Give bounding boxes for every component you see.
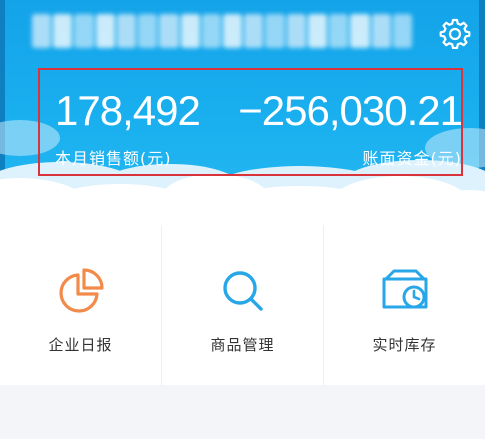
menu-item-label: 企业日报 <box>48 336 113 354</box>
menu-item-realtime-inventory[interactable]: 实时库存 <box>323 225 485 385</box>
menu-item-product-management[interactable]: 商品管理 <box>161 225 323 385</box>
account-funds-stat[interactable]: −256,030.21 账面资金(元) <box>238 87 463 169</box>
menu-item-daily-report[interactable]: 企业日报 <box>0 225 161 385</box>
pie-chart-icon <box>55 265 107 317</box>
blurred-company-name <box>32 14 412 48</box>
gear-icon <box>439 18 471 49</box>
menu-item-label: 实时库存 <box>372 336 437 354</box>
account-funds-label: 账面资金(元) <box>362 149 462 168</box>
search-icon <box>217 265 269 317</box>
settings-button[interactable] <box>436 14 474 52</box>
bottom-background <box>0 385 485 439</box>
monthly-sales-stat[interactable]: 178,492 本月销售额(元) <box>55 87 201 169</box>
account-funds-value: −256,030.21 <box>238 87 463 134</box>
monthly-sales-label: 本月销售额(元) <box>55 149 172 168</box>
feature-menu: 企业日报 商品管理 实时库存 <box>0 225 485 385</box>
inventory-clock-icon <box>379 265 431 317</box>
menu-item-label: 商品管理 <box>210 336 275 354</box>
header-banner: 178,492 本月销售额(元) −256,030.21 账面资金(元) <box>0 0 485 232</box>
monthly-sales-value: 178,492 <box>55 87 201 134</box>
